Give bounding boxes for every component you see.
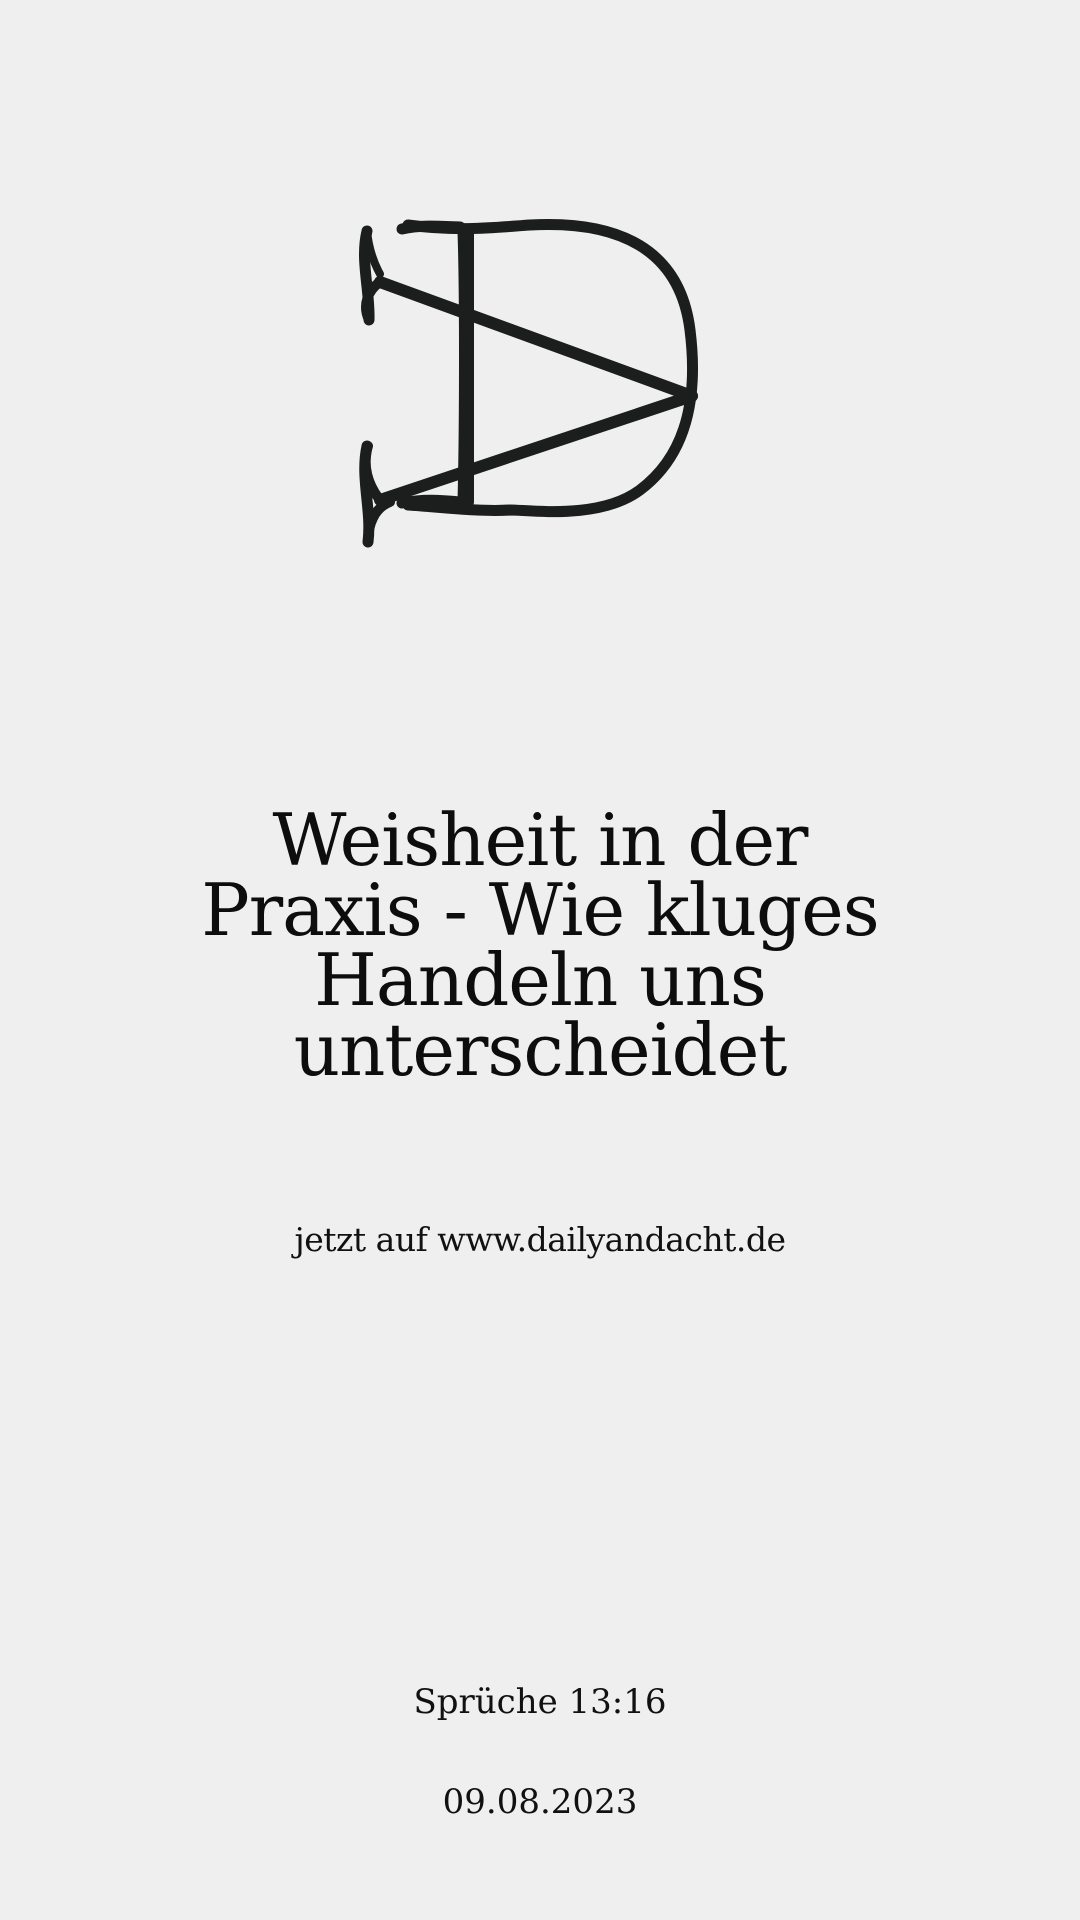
monogram-logo-icon: [359, 218, 698, 548]
title-line-3: Handeln uns: [314, 938, 767, 1022]
dailyandacht-logo: [350, 210, 750, 580]
website-link[interactable]: jetzt auf www.dailyandacht.de: [140, 1218, 940, 1262]
bible-reference: Sprüche 13:16: [413, 1682, 667, 1722]
title-line-1: Weisheit in der: [272, 798, 809, 882]
title-line-2: Praxis - Wie kluges: [201, 868, 879, 952]
title-line-4: unterscheidet: [293, 1008, 788, 1092]
devotional-title: Weisheit in der Praxis - Wie kluges Hand…: [90, 798, 990, 1092]
publish-date: 09.08.2023: [442, 1782, 638, 1822]
